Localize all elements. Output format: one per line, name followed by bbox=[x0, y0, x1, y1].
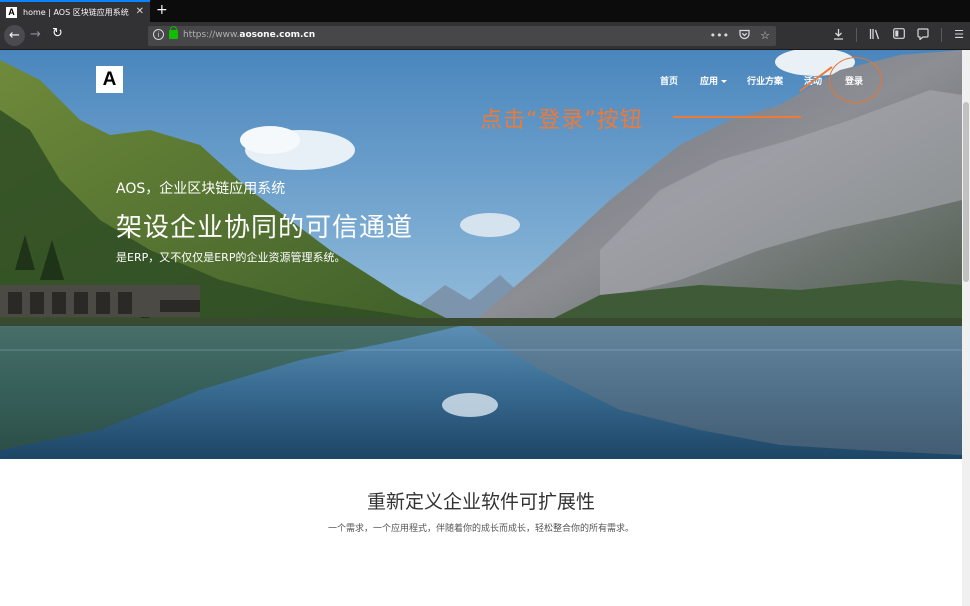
hero-kicker: AOS，企业区块链应用系统 bbox=[116, 181, 286, 197]
browser-toolbar: ← → ↻ i https://www.aosone.com.cn ••• ☆ bbox=[0, 22, 970, 50]
url-prefix: https://www. bbox=[183, 30, 240, 40]
url-domain: aosone.com.cn bbox=[239, 30, 316, 40]
url-bar[interactable]: i https://www.aosone.com.cn ••• ☆ bbox=[148, 26, 776, 46]
active-tab[interactable]: A home | AOS 区块链应用系统 ✕ bbox=[0, 0, 150, 22]
close-tab-icon[interactable]: ✕ bbox=[136, 6, 144, 17]
site-logo[interactable]: A bbox=[96, 66, 123, 93]
tab-favicon: A bbox=[6, 6, 17, 18]
forward-arrow-icon[interactable]: → bbox=[30, 27, 41, 42]
scrollbar-thumb[interactable] bbox=[963, 102, 969, 282]
info-icon[interactable]: i bbox=[153, 29, 164, 40]
sidebar-icon[interactable] bbox=[893, 28, 906, 43]
annotation-arrow-line bbox=[673, 116, 801, 118]
toolbar-separator bbox=[941, 28, 943, 42]
library-icon[interactable] bbox=[869, 28, 881, 43]
toolbar-separator bbox=[856, 28, 858, 42]
hero-subtitle: 是ERP，又不仅仅是ERP的企业资源管理系统。 bbox=[116, 251, 346, 264]
hamburger-menu-icon[interactable]: ☰ bbox=[954, 28, 964, 43]
nav-item-apps-label: 应用 bbox=[700, 77, 719, 87]
tab-title: home | AOS 区块链应用系统 bbox=[23, 7, 129, 17]
lock-icon[interactable] bbox=[169, 26, 178, 39]
nav-item-home[interactable]: 首页 bbox=[660, 74, 678, 87]
new-tab-button[interactable]: + bbox=[156, 2, 168, 18]
web-page: A 首页 应用 行业方案 活动 登录 点击“登录”按钮 AOS，企业区块链应用系… bbox=[0, 50, 962, 606]
section-title: 重新定义企业软件可扩展性 bbox=[366, 491, 595, 513]
hero-banner: A 首页 应用 行业方案 活动 登录 点击“登录”按钮 AOS，企业区块链应用系… bbox=[0, 50, 962, 459]
speech-bubble-icon[interactable] bbox=[917, 28, 929, 43]
star-icon[interactable]: ☆ bbox=[760, 29, 770, 43]
nav-item-solutions[interactable]: 行业方案 bbox=[747, 74, 783, 87]
reload-icon[interactable]: ↻ bbox=[52, 26, 63, 41]
pocket-icon[interactable] bbox=[739, 29, 750, 43]
section-subtitle: 一个需求，一个应用程式，伴随着你的成长而成长，轻松整合你的所有需求。 bbox=[327, 524, 634, 534]
annotation-circle bbox=[829, 57, 882, 103]
download-icon[interactable] bbox=[833, 28, 844, 43]
tab-strip: A home | AOS 区块链应用系统 ✕ + bbox=[0, 0, 970, 22]
hero-title: 架设企业协同的可信通道 bbox=[116, 213, 414, 243]
back-arrow-icon[interactable]: ← bbox=[4, 25, 25, 46]
url-text[interactable]: https://www.aosone.com.cn bbox=[183, 30, 315, 40]
page-scrollbar[interactable] bbox=[962, 50, 970, 606]
annotation-text: 点击“登录”按钮 bbox=[480, 108, 643, 133]
chevron-down-icon bbox=[721, 80, 728, 83]
ellipsis-icon[interactable]: ••• bbox=[710, 29, 729, 43]
nav-item-apps[interactable]: 应用 bbox=[700, 74, 728, 87]
